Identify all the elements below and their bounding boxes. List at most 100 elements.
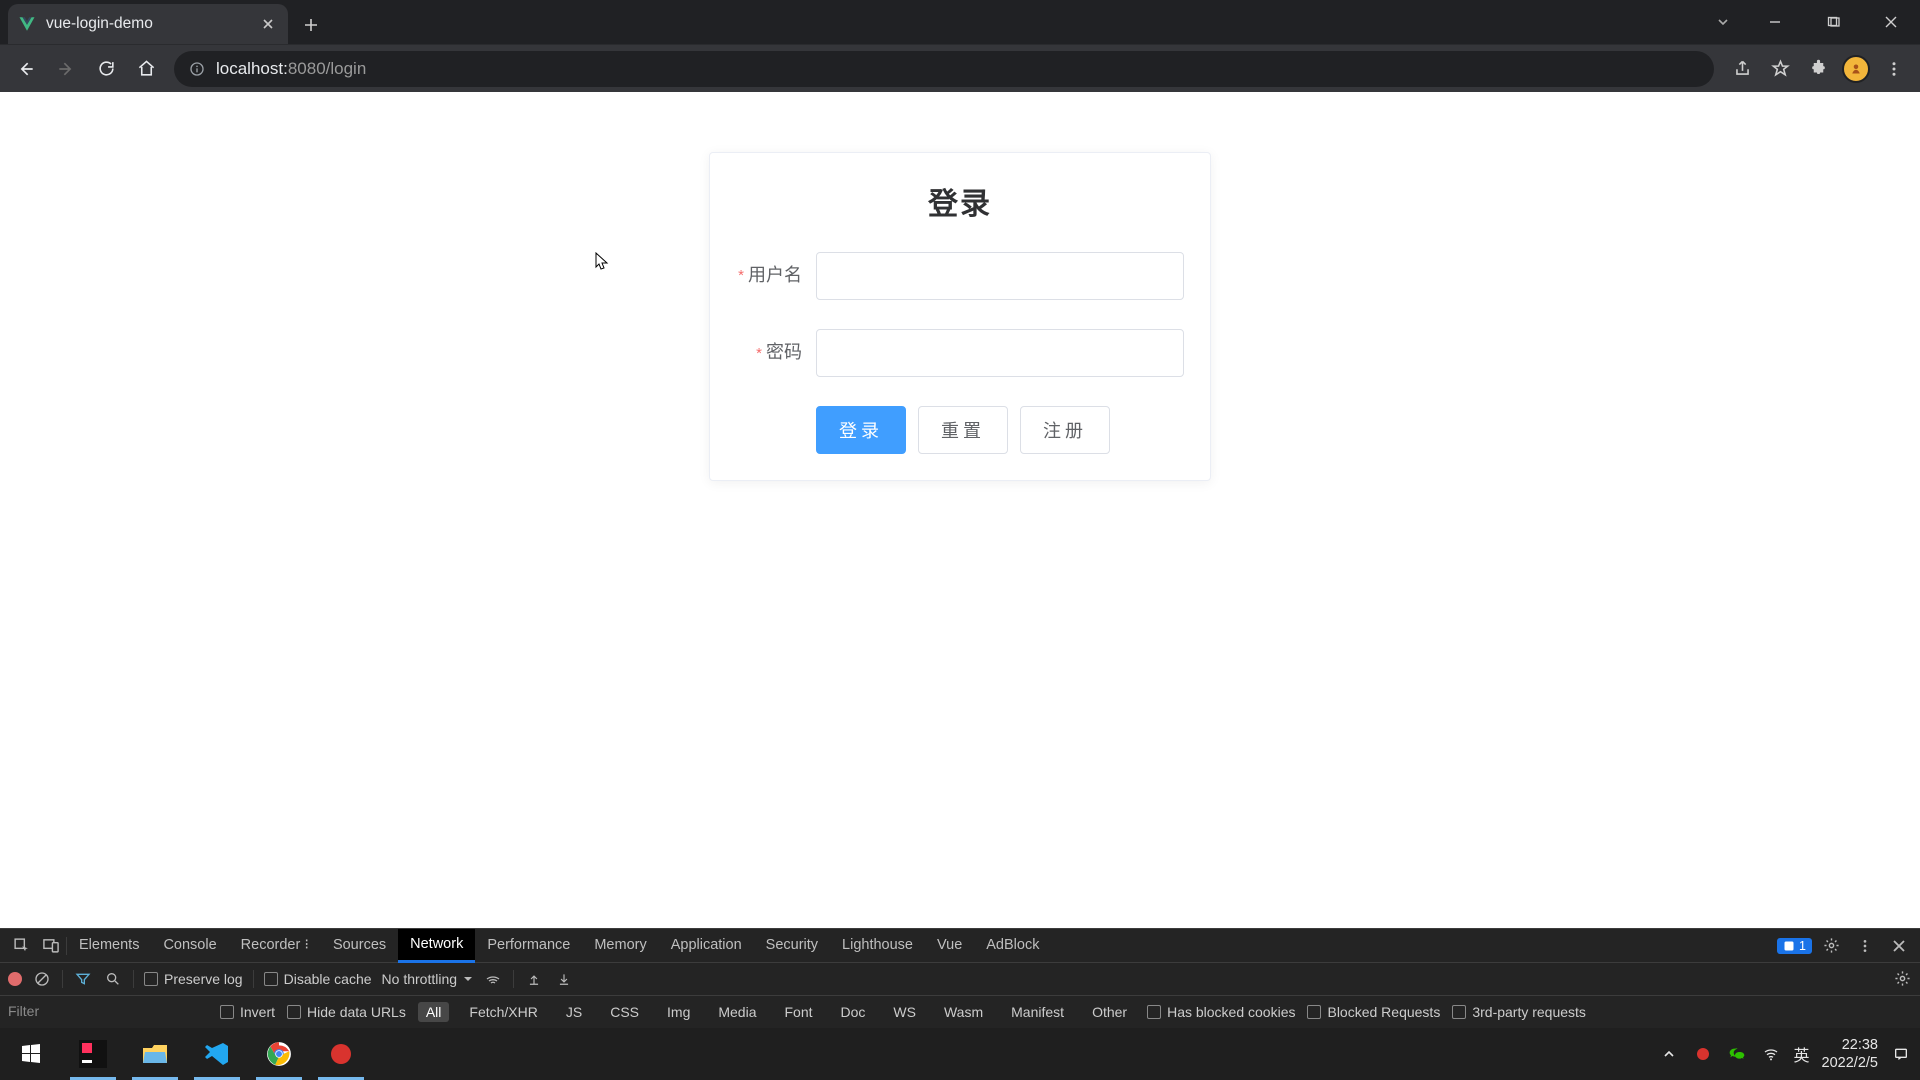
site-info-icon[interactable] bbox=[188, 60, 206, 78]
bookmark-star-icon[interactable] bbox=[1762, 51, 1798, 87]
taskbar-app-chrome[interactable] bbox=[248, 1028, 310, 1080]
window-controls bbox=[1700, 0, 1920, 44]
taskbar-app-vscode[interactable] bbox=[186, 1028, 248, 1080]
devtools-tab-recorder[interactable]: Recorder ⁝ bbox=[229, 929, 321, 963]
browser-tab-active[interactable]: vue-login-demo bbox=[8, 4, 288, 44]
devtools-tab-adblock[interactable]: AdBlock bbox=[974, 929, 1051, 963]
preserve-log-checkbox[interactable]: Preserve log bbox=[144, 971, 243, 987]
register-button[interactable]: 注册 bbox=[1020, 406, 1110, 454]
taskbar-app-explorer[interactable] bbox=[124, 1028, 186, 1080]
filter-type-wasm[interactable]: Wasm bbox=[936, 1002, 991, 1022]
filter-toggle-icon[interactable] bbox=[73, 969, 93, 989]
network-filter-input[interactable] bbox=[8, 1001, 208, 1023]
tray-wechat-icon[interactable] bbox=[1726, 1043, 1748, 1065]
hide-data-urls-checkbox[interactable]: Hide data URLs bbox=[287, 1004, 406, 1020]
login-title: 登录 bbox=[736, 179, 1184, 223]
tab-close-icon[interactable] bbox=[258, 14, 278, 34]
password-input[interactable] bbox=[816, 329, 1184, 377]
filter-type-media[interactable]: Media bbox=[710, 1002, 764, 1022]
new-tab-button[interactable] bbox=[294, 8, 328, 42]
password-label: *密码 bbox=[736, 328, 816, 377]
devtools-issues-badge[interactable]: 1 bbox=[1777, 938, 1812, 954]
export-har-icon[interactable] bbox=[554, 969, 574, 989]
tray-clock[interactable]: 22:38 2022/2/5 bbox=[1822, 1036, 1878, 1072]
extensions-icon[interactable] bbox=[1800, 51, 1836, 87]
devtools-tab-sources[interactable]: Sources bbox=[321, 929, 398, 963]
tray-notifications-icon[interactable] bbox=[1890, 1043, 1912, 1065]
network-settings-icon[interactable] bbox=[1892, 969, 1912, 989]
window-close-icon[interactable] bbox=[1862, 2, 1920, 42]
tray-recording-icon[interactable] bbox=[1692, 1043, 1714, 1065]
filter-type-img[interactable]: Img bbox=[659, 1002, 698, 1022]
devtools-tab-vue[interactable]: Vue bbox=[925, 929, 974, 963]
reset-button[interactable]: 重置 bbox=[918, 406, 1008, 454]
blocked-requests-checkbox[interactable]: Blocked Requests bbox=[1307, 1004, 1440, 1020]
search-network-icon[interactable] bbox=[103, 969, 123, 989]
start-button[interactable] bbox=[0, 1028, 62, 1080]
clear-network-icon[interactable] bbox=[32, 969, 52, 989]
invert-checkbox[interactable]: Invert bbox=[220, 1004, 275, 1020]
filter-type-all[interactable]: All bbox=[418, 1002, 450, 1022]
file-explorer-icon bbox=[140, 1039, 170, 1069]
nav-forward-icon[interactable] bbox=[48, 51, 84, 87]
username-input[interactable] bbox=[816, 252, 1184, 300]
devtools-tab-performance[interactable]: Performance bbox=[475, 929, 582, 963]
tray-ime[interactable]: 英 bbox=[1794, 1042, 1810, 1066]
taskbar-app-recorder[interactable] bbox=[310, 1028, 372, 1080]
login-button[interactable]: 登录 bbox=[816, 406, 906, 454]
network-toolbar: Preserve log Disable cache No throttling bbox=[0, 963, 1920, 996]
devtools-tab-security[interactable]: Security bbox=[754, 929, 830, 963]
username-label: *用户名 bbox=[736, 251, 816, 300]
browser-toolbar: localhost:8080/login bbox=[0, 44, 1920, 92]
address-bar-host: localhost:8080/login bbox=[216, 59, 366, 79]
filter-type-fetchxhr[interactable]: Fetch/XHR bbox=[461, 1002, 545, 1022]
blocked-cookies-checkbox[interactable]: Has blocked cookies bbox=[1147, 1004, 1295, 1020]
button-row: 登录 重置 注册 bbox=[736, 406, 1184, 454]
device-toolbar-icon[interactable] bbox=[36, 929, 66, 963]
intellij-icon bbox=[78, 1039, 108, 1069]
filter-type-other[interactable]: Other bbox=[1084, 1002, 1135, 1022]
devtools-tab-application[interactable]: Application bbox=[659, 929, 754, 963]
devtools-tab-network[interactable]: Network bbox=[398, 929, 475, 963]
filter-type-css[interactable]: CSS bbox=[602, 1002, 647, 1022]
tray-date: 2022/2/5 bbox=[1822, 1054, 1878, 1072]
devtools-tab-console[interactable]: Console bbox=[151, 929, 228, 963]
record-button-icon[interactable] bbox=[8, 972, 22, 986]
filter-type-js[interactable]: JS bbox=[558, 1002, 590, 1022]
filter-type-font[interactable]: Font bbox=[777, 1002, 821, 1022]
throttling-select[interactable]: No throttling bbox=[382, 971, 473, 987]
third-party-checkbox[interactable]: 3rd-party requests bbox=[1452, 1004, 1586, 1020]
devtools-settings-icon[interactable] bbox=[1816, 929, 1846, 963]
filter-type-manifest[interactable]: Manifest bbox=[1003, 1002, 1072, 1022]
filter-type-ws[interactable]: WS bbox=[885, 1002, 924, 1022]
taskbar-app-intellij[interactable] bbox=[62, 1028, 124, 1080]
browser-titlebar: vue-login-demo bbox=[0, 0, 1920, 44]
nav-home-icon[interactable] bbox=[128, 51, 164, 87]
nav-reload-icon[interactable] bbox=[88, 51, 124, 87]
filter-type-doc[interactable]: Doc bbox=[833, 1002, 874, 1022]
window-maximize-icon[interactable] bbox=[1804, 2, 1862, 42]
tray-wifi-icon[interactable] bbox=[1760, 1043, 1782, 1065]
nav-back-icon[interactable] bbox=[8, 51, 44, 87]
devtools: Elements Console Recorder ⁝ Sources Netw… bbox=[0, 928, 1920, 1028]
devtools-close-icon[interactable] bbox=[1884, 929, 1914, 963]
address-bar[interactable]: localhost:8080/login bbox=[174, 51, 1714, 87]
devtools-more-icon[interactable] bbox=[1850, 929, 1880, 963]
network-conditions-icon[interactable] bbox=[483, 969, 503, 989]
browser-menu-icon[interactable] bbox=[1876, 51, 1912, 87]
tab-search-icon[interactable] bbox=[1700, 2, 1746, 42]
browser-tab-title: vue-login-demo bbox=[46, 15, 153, 33]
devtools-tab-lighthouse[interactable]: Lighthouse bbox=[830, 929, 925, 963]
window-minimize-icon[interactable] bbox=[1746, 2, 1804, 42]
login-card: 登录 *用户名 *密码 登录 重置 注册 bbox=[709, 152, 1211, 481]
import-har-icon[interactable] bbox=[524, 969, 544, 989]
username-row: *用户名 bbox=[736, 251, 1184, 300]
disable-cache-checkbox[interactable]: Disable cache bbox=[264, 971, 372, 987]
profile-avatar[interactable] bbox=[1838, 51, 1874, 87]
inspect-element-icon[interactable] bbox=[6, 929, 36, 963]
share-icon[interactable] bbox=[1724, 51, 1760, 87]
devtools-tab-elements[interactable]: Elements bbox=[67, 929, 151, 963]
tray-overflow-icon[interactable] bbox=[1658, 1043, 1680, 1065]
preview-badge-icon: ⁝ bbox=[304, 937, 309, 953]
devtools-tab-memory[interactable]: Memory bbox=[582, 929, 658, 963]
